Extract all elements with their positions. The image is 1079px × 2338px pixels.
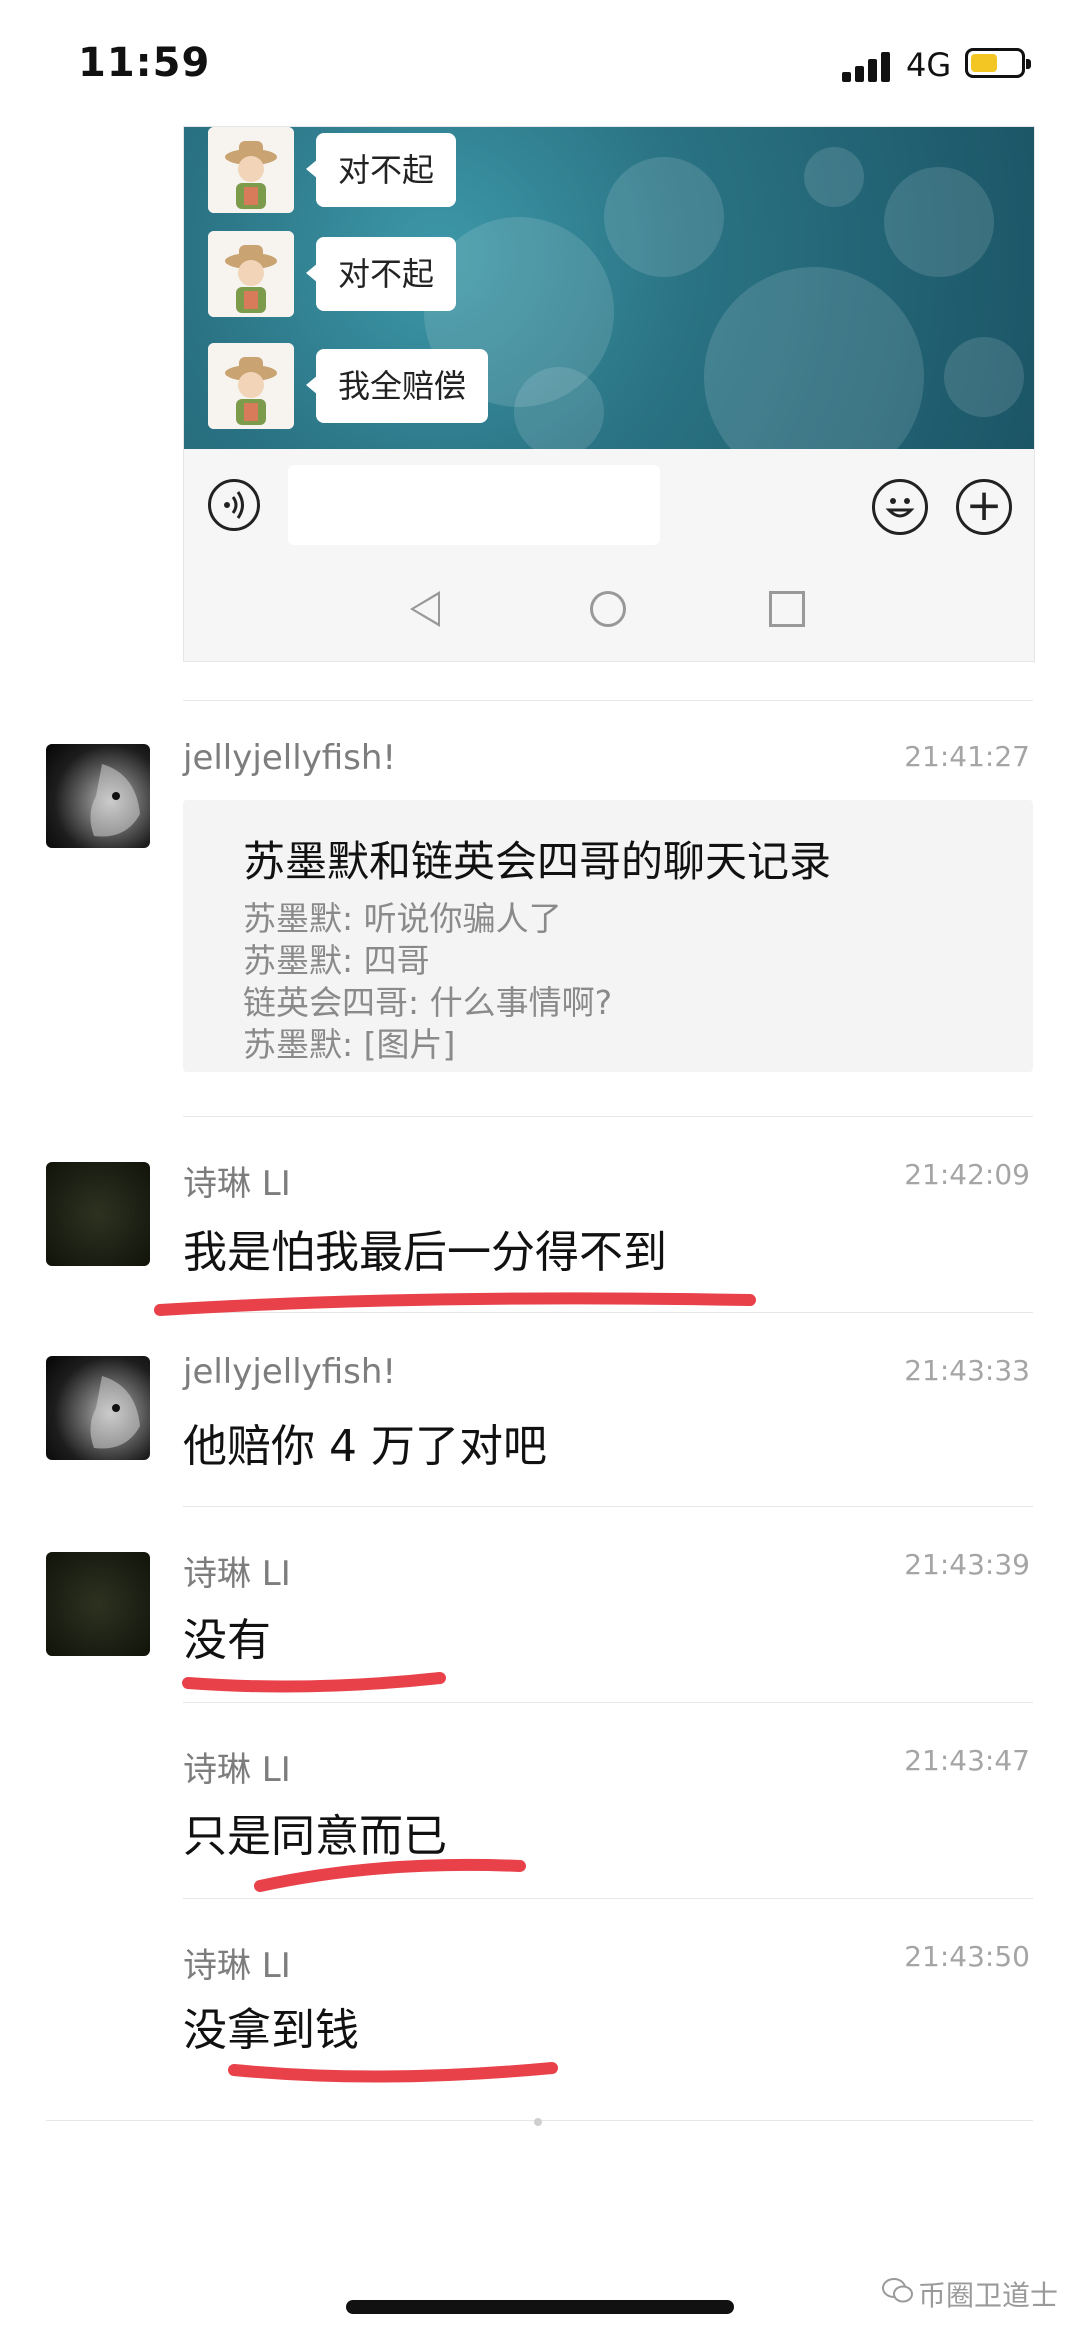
chat-record-title: 苏墨默和链英会四哥的聊天记录 xyxy=(243,837,832,886)
divider xyxy=(183,1702,1033,1703)
cartoon-avatar xyxy=(208,343,294,429)
chat-record-line: 苏墨默: [图片] xyxy=(243,1025,456,1064)
home-indicator[interactable] xyxy=(346,2300,734,2314)
chat-record-card[interactable]: 苏墨默和链英会四哥的聊天记录 苏墨默: 听说你骗人了 苏墨默: 四哥 链英会四哥… xyxy=(183,800,1033,1072)
message-input xyxy=(288,465,660,545)
divider xyxy=(183,1898,1033,1899)
chat-record-line: 苏墨默: 听说你骗人了 xyxy=(243,899,562,938)
emoji-icon xyxy=(872,479,928,535)
sender-name: 诗琳 LI xyxy=(183,1554,291,1594)
embedded-chat-screenshot: 对不起 对不起 我全赔偿 + xyxy=(183,126,1035,662)
underline-mark xyxy=(254,1858,526,1892)
message-time: 21:43:39 xyxy=(904,1548,1030,1581)
underline-mark xyxy=(182,1672,446,1693)
message-text: 只是同意而已 xyxy=(183,1811,447,1862)
bokeh-background: 对不起 对不起 我全赔偿 xyxy=(184,127,1034,449)
underline-mark xyxy=(154,1292,756,1316)
sender-name: jellyjellyfish! xyxy=(183,738,397,778)
message-text: 我是怕我最后一分得不到 xyxy=(183,1227,667,1278)
mini-bubble: 我全赔偿 xyxy=(305,349,489,423)
message-time: 21:43:33 xyxy=(904,1354,1030,1387)
sender-name: jellyjellyfish! xyxy=(183,1352,397,1392)
message-time: 21:42:09 xyxy=(904,1158,1030,1191)
network-type: 4G xyxy=(906,46,952,84)
wechat-icon xyxy=(882,2276,914,2310)
nav-back-icon xyxy=(410,591,440,627)
status-bar: 11:59 4G xyxy=(0,0,1079,130)
voice-icon xyxy=(208,479,260,531)
sender-name: 诗琳 LI xyxy=(183,1946,291,1986)
battery-icon xyxy=(965,48,1031,78)
chat-record-line: 链英会四哥: 什么事情啊? xyxy=(243,983,613,1022)
nav-recent-icon xyxy=(769,591,805,627)
divider xyxy=(183,700,1033,701)
message-text: 没拿到钱 xyxy=(183,2005,359,2056)
divider xyxy=(183,1506,1033,1507)
nav-home-icon xyxy=(590,591,626,627)
cartoon-avatar xyxy=(208,127,294,213)
sender-name: 诗琳 LI xyxy=(183,1164,291,1204)
sender-name: 诗琳 LI xyxy=(183,1750,291,1790)
underline-mark xyxy=(228,2062,558,2083)
signal-icon xyxy=(842,50,900,82)
divider xyxy=(183,1116,1033,1117)
watermark-text: 币圈卫道士 xyxy=(918,2279,1059,2312)
divider xyxy=(183,1312,1033,1313)
scroll-dot xyxy=(534,2118,542,2126)
dark-avatar[interactable] xyxy=(46,1162,150,1266)
lion-avatar[interactable] xyxy=(46,1356,150,1460)
message-text: 没有 xyxy=(183,1615,271,1666)
status-time: 11:59 xyxy=(78,40,211,86)
chat-record-line: 苏墨默: 四哥 xyxy=(243,941,430,980)
message-time: 21:43:47 xyxy=(904,1744,1030,1777)
dark-avatar[interactable] xyxy=(46,1552,150,1656)
lion-avatar[interactable] xyxy=(46,744,150,848)
cartoon-avatar xyxy=(208,231,294,317)
message-time: 21:41:27 xyxy=(904,740,1030,773)
mini-bubble: 对不起 xyxy=(305,237,457,311)
message-time: 21:43:50 xyxy=(904,1940,1030,1973)
mini-bubble: 对不起 xyxy=(305,133,457,207)
plus-icon: + xyxy=(956,479,1012,535)
message-text: 他赔你 4 万了对吧 xyxy=(183,1421,547,1472)
